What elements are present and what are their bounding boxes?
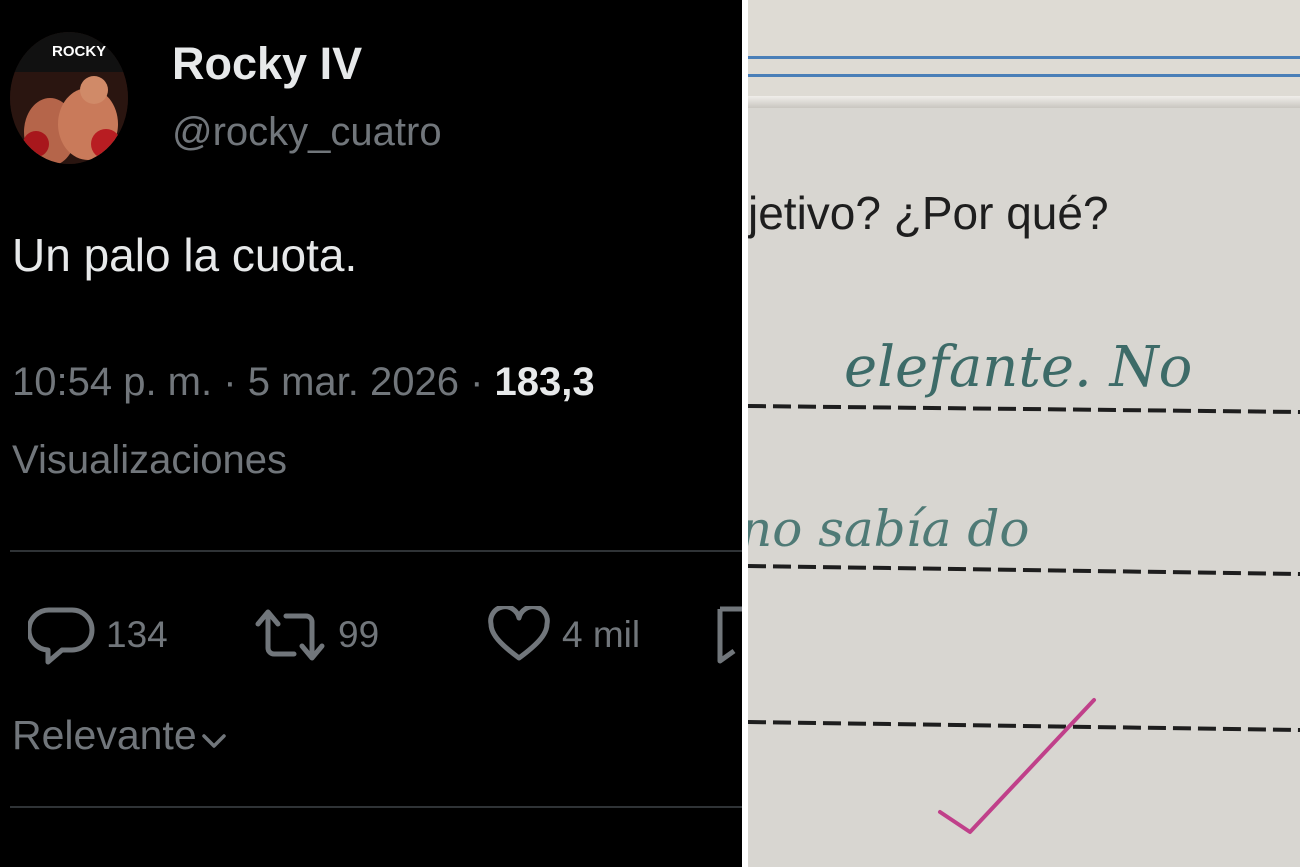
sort-dropdown[interactable]: Relevante <box>12 712 227 759</box>
divider <box>10 806 742 808</box>
heart-icon <box>488 606 550 661</box>
handwriting-layer: elefante. No no sabía do <box>748 335 1300 834</box>
handwritten-line-1: elefante. No <box>844 335 1192 400</box>
retweet-button[interactable]: 99 <box>252 600 379 670</box>
bookmark-button[interactable] <box>716 600 742 670</box>
tweet-metadata: 10:54 p. m. · 5 mar. 2026 · 183,3 <box>12 360 595 405</box>
like-button[interactable]: 4 mil <box>486 600 640 670</box>
avatar[interactable]: ROCKY <box>10 32 128 164</box>
reply-count: 134 <box>106 614 168 655</box>
tweet-text: Un palo la cuota. <box>12 229 358 281</box>
dashed-answer-line <box>748 564 1300 576</box>
avatar-logo-text: ROCKY <box>52 43 106 60</box>
meta-separator: · <box>470 360 484 404</box>
check-mark-icon <box>938 698 1096 834</box>
notebook-photo: jetivo? ¿Por qué? elefante. No no sabía … <box>748 0 1300 867</box>
reply-icon <box>28 607 95 665</box>
avatar-image: ROCKY <box>10 32 128 164</box>
chevron-down-icon <box>201 733 226 748</box>
handwritten-line-2: no sabía do <box>748 500 1029 558</box>
dashed-answer-line <box>748 720 1300 732</box>
views-label: Visualizaciones <box>12 438 287 482</box>
tweet-date[interactable]: 5 mar. 2026 <box>248 360 459 404</box>
reply-button[interactable]: 134 <box>28 600 168 670</box>
tweet-panel: ROCKY Rocky IV @rocky_cuatro Un palo la … <box>0 0 742 867</box>
divider <box>10 550 742 552</box>
retweet-count: 99 <box>338 614 380 655</box>
bookmark-icon <box>717 606 742 664</box>
display-name[interactable]: Rocky IV <box>172 38 362 90</box>
dashed-answer-line <box>748 404 1300 414</box>
views-count: 183,3 <box>494 360 595 404</box>
retweet-icon <box>255 609 325 661</box>
meta-separator: · <box>223 360 237 404</box>
sort-label: Relevante <box>12 712 197 758</box>
user-handle[interactable]: @rocky_cuatro <box>172 110 442 155</box>
tweet-time[interactable]: 10:54 p. m. <box>12 360 212 404</box>
like-count: 4 mil <box>562 614 641 655</box>
